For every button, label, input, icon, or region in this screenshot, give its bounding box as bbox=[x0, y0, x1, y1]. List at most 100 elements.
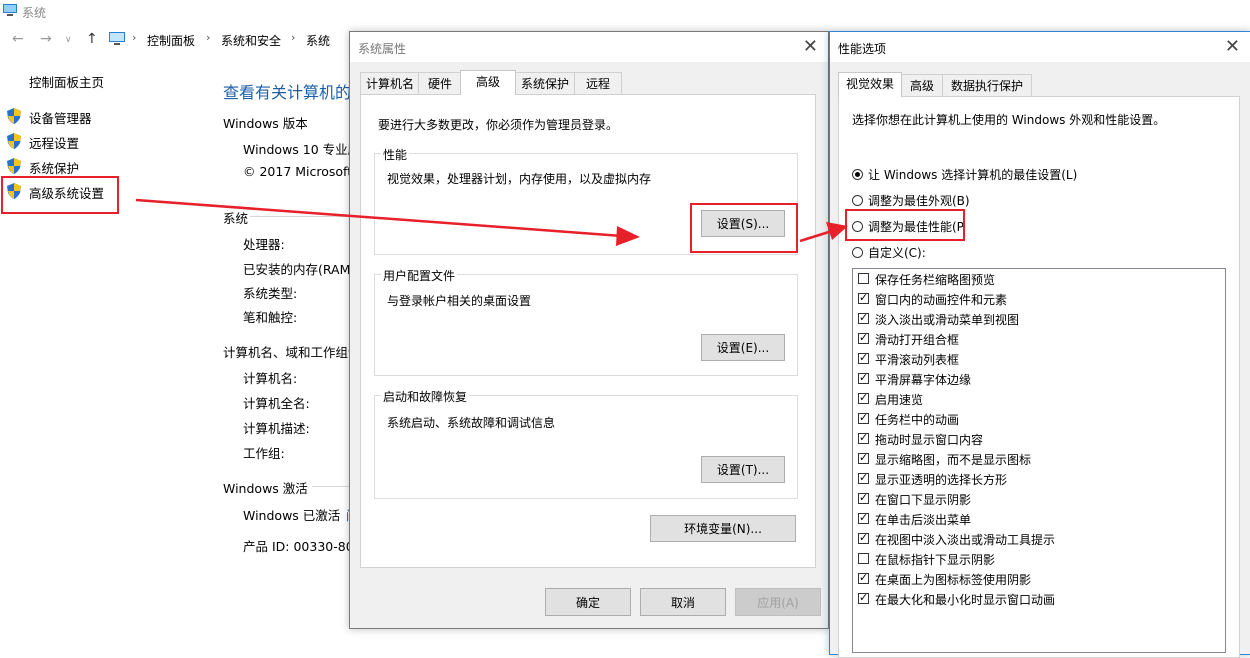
breadcrumb-separator-icon: › bbox=[132, 31, 137, 44]
sidebar-item-device-manager[interactable]: 设备管理器 bbox=[29, 108, 92, 127]
visual-effect-label: 在桌面上为图标标签使用阴影 bbox=[875, 573, 1032, 587]
windows-edition: Windows 10 专业版 bbox=[243, 142, 361, 157]
product-id: 产品 ID: 00330-800 bbox=[243, 539, 362, 554]
checkbox[interactable]: ✓ bbox=[858, 471, 869, 484]
tab-system-protection[interactable]: 系统保护 bbox=[514, 72, 576, 95]
checkbox[interactable]: ✓ bbox=[858, 571, 869, 584]
tab-remote[interactable]: 远程 bbox=[574, 72, 622, 95]
tab-hardware[interactable]: 硬件 bbox=[418, 72, 462, 95]
visual-effect-label: 在最大化和最小化时显示窗口动画 bbox=[875, 593, 1056, 607]
startup-recovery-settings-button[interactable]: 设置(T)... bbox=[701, 456, 785, 483]
admin-note: 要进行大多数更改，你必须作为管理员登录。 bbox=[378, 118, 619, 132]
visual-effect-label: 保存任务栏缩略图预览 bbox=[875, 273, 996, 287]
visual-effect-label: 淡入淡出或滑动菜单到视图 bbox=[875, 313, 1020, 327]
breadcrumb-separator-icon: › bbox=[291, 31, 296, 44]
page-title: 查看有关计算机的 bbox=[223, 83, 352, 102]
user-profiles-settings-button[interactable]: 设置(E)... bbox=[701, 334, 785, 361]
tab-advanced[interactable]: 高级 bbox=[460, 70, 516, 95]
breadcrumb-control-panel[interactable]: 控制面板 bbox=[147, 32, 195, 49]
computer-icon bbox=[3, 4, 17, 16]
system-type-label: 系统类型: bbox=[243, 286, 298, 301]
visual-effect-label: 显示缩略图，而不是显示图标 bbox=[875, 453, 1032, 467]
visual-effect-label: 在视图中淡入淡出或滑动工具提示 bbox=[875, 533, 1056, 547]
apply-button[interactable]: 应用(A) bbox=[735, 588, 821, 616]
radio-label: 让 Windows 选择计算机的最佳设置(L) bbox=[868, 168, 1078, 182]
checkmark-icon: ✓ bbox=[859, 591, 869, 604]
sidebar-item-system-protection[interactable]: 系统保护 bbox=[29, 158, 79, 177]
computer-name-heading: 计算机名、域和工作组设 bbox=[223, 345, 361, 360]
performance-desc: 视觉效果，处理器计划，内存使用，以及虚拟内存 bbox=[387, 172, 652, 186]
workgroup-label: 工作组: bbox=[243, 446, 285, 461]
performance-group-title: 性能 bbox=[381, 146, 410, 163]
checkbox[interactable]: ✓ bbox=[858, 491, 869, 504]
tab-advanced[interactable]: 高级 bbox=[900, 74, 944, 97]
checkmark-icon: ✓ bbox=[859, 291, 869, 304]
radio-button[interactable] bbox=[852, 247, 863, 258]
checkbox[interactable]: ✓ bbox=[858, 431, 869, 444]
visual-effect-label: 启用速览 bbox=[875, 393, 924, 407]
sidebar-item-remote-settings[interactable]: 远程设置 bbox=[29, 133, 79, 152]
checkbox[interactable]: ✓ bbox=[858, 511, 869, 524]
dialog-titlebar: 性能选项 ✕ bbox=[830, 32, 1250, 62]
visual-effect-label: 拖动时显示窗口内容 bbox=[875, 433, 984, 447]
breadcrumb-separator-icon: › bbox=[206, 31, 211, 44]
advanced-tab-panel: 要进行大多数更改，你必须作为管理员登录。 性能 视觉效果，处理器计划，内存使用，… bbox=[360, 94, 816, 568]
visual-effect-label: 在窗口下显示阴影 bbox=[875, 493, 972, 507]
back-arrow-icon[interactable]: ← bbox=[12, 31, 24, 47]
checkbox[interactable]: ✓ bbox=[858, 311, 869, 324]
checkbox[interactable]: ✓ bbox=[858, 411, 869, 424]
startup-recovery-group: 启动和故障恢复 系统启动、系统故障和调试信息 设置(T)... bbox=[374, 388, 798, 499]
checkbox[interactable]: ✓ bbox=[858, 331, 869, 344]
checkbox[interactable]: ✓ bbox=[858, 451, 869, 464]
ok-button[interactable]: 确定 bbox=[545, 588, 631, 616]
checkmark-icon: ✓ bbox=[859, 571, 869, 584]
breadcrumb-system-security[interactable]: 系统和安全 bbox=[221, 32, 281, 49]
divider bbox=[312, 486, 352, 487]
ram-label: 已安装的内存(RAM): bbox=[243, 262, 360, 277]
divider bbox=[250, 216, 350, 217]
processor-label: 处理器: bbox=[243, 237, 285, 252]
dialog-titlebar: 系统属性 ✕ bbox=[350, 32, 828, 62]
up-arrow-icon[interactable]: ↑ bbox=[86, 31, 98, 47]
checkbox[interactable]: ✓ bbox=[858, 591, 869, 604]
checkbox[interactable]: ✓ bbox=[858, 391, 869, 404]
environment-variables-button[interactable]: 环境变量(N)... bbox=[650, 515, 796, 542]
checkbox[interactable]: ✓ bbox=[858, 371, 869, 384]
breadcrumb-system[interactable]: 系统 bbox=[306, 32, 330, 49]
uac-shield-icon bbox=[7, 158, 21, 174]
checkbox[interactable]: ✓ bbox=[858, 531, 869, 544]
checkbox[interactable]: ✓ bbox=[858, 351, 869, 364]
radio-label: 调整为最佳外观(B) bbox=[868, 194, 970, 208]
checkmark-icon: ✓ bbox=[859, 471, 869, 484]
radio-button[interactable] bbox=[852, 169, 863, 180]
checkbox[interactable] bbox=[858, 553, 869, 564]
uac-shield-icon bbox=[7, 108, 21, 124]
checkmark-icon: ✓ bbox=[859, 311, 869, 324]
activation-status: Windows 已激活 bbox=[243, 508, 341, 523]
visual-effect-label: 在鼠标指针下显示阴影 bbox=[875, 553, 996, 567]
computer-description-label: 计算机描述: bbox=[243, 421, 310, 436]
annotation-highlight-box bbox=[1, 176, 119, 214]
computer-name-label: 计算机名: bbox=[243, 371, 298, 386]
close-icon[interactable]: ✕ bbox=[1225, 36, 1240, 57]
visual-effect-label: 显示亚透明的选择长方形 bbox=[875, 473, 1008, 487]
control-panel-home-link[interactable]: 控制面板主页 bbox=[29, 72, 104, 91]
radio-label: 自定义(C): bbox=[868, 246, 926, 260]
user-profiles-desc: 与登录帐户相关的桌面设置 bbox=[387, 294, 532, 308]
tab-visual-effects[interactable]: 视觉效果 bbox=[838, 72, 902, 97]
close-icon[interactable]: ✕ bbox=[803, 36, 818, 57]
forward-arrow-icon[interactable]: → bbox=[40, 31, 52, 47]
user-profiles-group-title: 用户配置文件 bbox=[381, 267, 458, 284]
tab-computer-name[interactable]: 计算机名 bbox=[360, 72, 420, 95]
control-panel-icon bbox=[109, 32, 125, 45]
tab-data-execution-prevention[interactable]: 数据执行保护 bbox=[942, 74, 1032, 97]
radio-button[interactable] bbox=[852, 195, 863, 206]
system-window-titlebar: 系统 bbox=[0, 0, 1250, 24]
dialog-title: 性能选项 bbox=[838, 42, 887, 56]
checkbox[interactable] bbox=[858, 273, 869, 284]
recent-dropdown-icon[interactable]: ∨ bbox=[65, 35, 72, 45]
checkmark-icon: ✓ bbox=[859, 451, 869, 464]
checkmark-icon: ✓ bbox=[859, 351, 869, 364]
checkbox[interactable]: ✓ bbox=[858, 291, 869, 304]
cancel-button[interactable]: 取消 bbox=[640, 588, 726, 616]
